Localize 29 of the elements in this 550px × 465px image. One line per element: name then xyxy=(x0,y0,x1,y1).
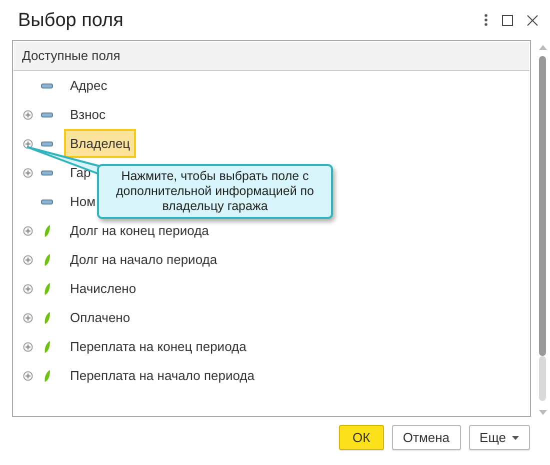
expand-icon[interactable] xyxy=(23,342,33,352)
field-item[interactable]: Переплата на конец периода xyxy=(64,332,252,362)
field-item[interactable]: Оплачено xyxy=(64,302,136,332)
close-icon[interactable] xyxy=(527,14,538,26)
ok-button[interactable]: ОК xyxy=(338,425,384,450)
expand-icon[interactable] xyxy=(23,254,33,264)
hint-tooltip: Нажмите, чтобы выбрать поле с дополнительной информацией по владельцу гаража xyxy=(97,164,333,219)
field-item[interactable]: Долг на начало периода xyxy=(64,244,224,274)
expand-icon[interactable] xyxy=(23,312,33,322)
expand-icon[interactable] xyxy=(23,110,33,120)
column-header: Доступные поля xyxy=(13,41,530,71)
field-item[interactable]: Владелец xyxy=(64,128,136,158)
maximize-icon[interactable] xyxy=(502,14,513,26)
expand-icon[interactable] xyxy=(23,226,33,236)
field-item[interactable]: Переплата на начало периода xyxy=(64,360,260,390)
caret-icon xyxy=(512,436,519,440)
window-title: Выбор поля xyxy=(18,8,124,33)
expand-icon[interactable] xyxy=(23,284,33,294)
field-item[interactable]: Гар xyxy=(64,158,97,188)
more-button[interactable]: Еще xyxy=(468,425,530,450)
expand-icon[interactable] xyxy=(23,138,33,148)
scrollbar-thumb[interactable] xyxy=(539,56,546,356)
field-item[interactable]: Начислено xyxy=(64,274,142,304)
field-item[interactable]: Взнос xyxy=(64,100,112,130)
expand-icon[interactable] xyxy=(23,168,33,178)
field-item[interactable]: Адрес xyxy=(64,70,114,100)
expand-icon[interactable] xyxy=(23,370,33,380)
cancel-button[interactable]: Отмена xyxy=(392,425,461,450)
more-icon[interactable] xyxy=(484,14,488,26)
